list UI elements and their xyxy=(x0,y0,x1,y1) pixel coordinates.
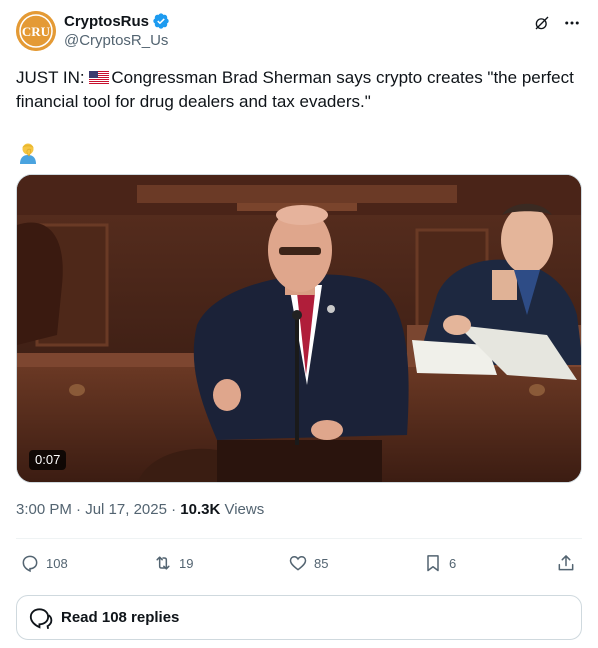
tweet-text: JUST IN: Congressman Brad Sherman says c… xyxy=(16,66,582,114)
repost-button[interactable]: 19 xyxy=(153,550,193,576)
us-flag-icon xyxy=(89,71,110,84)
tweet-date[interactable]: Jul 17, 2025 xyxy=(85,501,167,518)
views-label: Views xyxy=(220,501,265,518)
tweet-header: CRU CryptosRus @CryptosR_Us xyxy=(16,11,582,55)
video-frame xyxy=(17,175,581,482)
video-player[interactable]: 0:07 xyxy=(16,174,582,483)
grok-icon[interactable] xyxy=(532,13,552,33)
heart-icon xyxy=(289,555,307,571)
read-replies-button[interactable]: Read 108 replies xyxy=(16,595,582,640)
read-replies-label: Read 108 replies xyxy=(61,609,180,626)
repost-icon xyxy=(156,556,170,570)
like-button[interactable]: 85 xyxy=(288,550,328,576)
author-names: CryptosRus @CryptosR_Us xyxy=(64,11,170,49)
tweet-meta: 3:00 PM · Jul 17, 2025 · 10.3K Views xyxy=(16,501,264,518)
replies-bubble-icon xyxy=(29,607,53,629)
reply-button[interactable]: 108 xyxy=(20,550,68,576)
avatar-logo: CRU xyxy=(22,24,51,39)
verified-badge-icon xyxy=(153,13,169,29)
like-count: 85 xyxy=(314,555,329,571)
avatar[interactable]: CRU xyxy=(16,11,56,51)
action-bar: 108 19 85 6 xyxy=(16,550,582,576)
tweet-time[interactable]: 3:00 PM xyxy=(16,501,72,518)
repost-count: 19 xyxy=(179,555,194,571)
divider xyxy=(16,538,582,539)
bookmark-icon xyxy=(427,555,439,572)
person-facepalming-icon xyxy=(16,140,40,164)
bookmark-count: 6 xyxy=(449,555,457,571)
reply-count: 108 xyxy=(46,555,68,571)
bookmark-button[interactable]: 6 xyxy=(423,550,456,576)
display-name[interactable]: CryptosRus xyxy=(64,13,149,30)
share-button[interactable] xyxy=(556,550,576,576)
handle[interactable]: @CryptosR_Us xyxy=(64,32,170,49)
reply-icon xyxy=(22,555,38,573)
meta-separator: · xyxy=(71,501,86,518)
more-options-icon[interactable] xyxy=(562,13,582,33)
meta-separator: · xyxy=(166,501,181,518)
video-duration: 0:07 xyxy=(29,450,67,470)
top-actions xyxy=(532,13,582,33)
share-icon xyxy=(558,555,574,571)
tweet-lead: JUST IN: xyxy=(16,68,90,87)
views-count: 10.3K xyxy=(180,501,221,518)
